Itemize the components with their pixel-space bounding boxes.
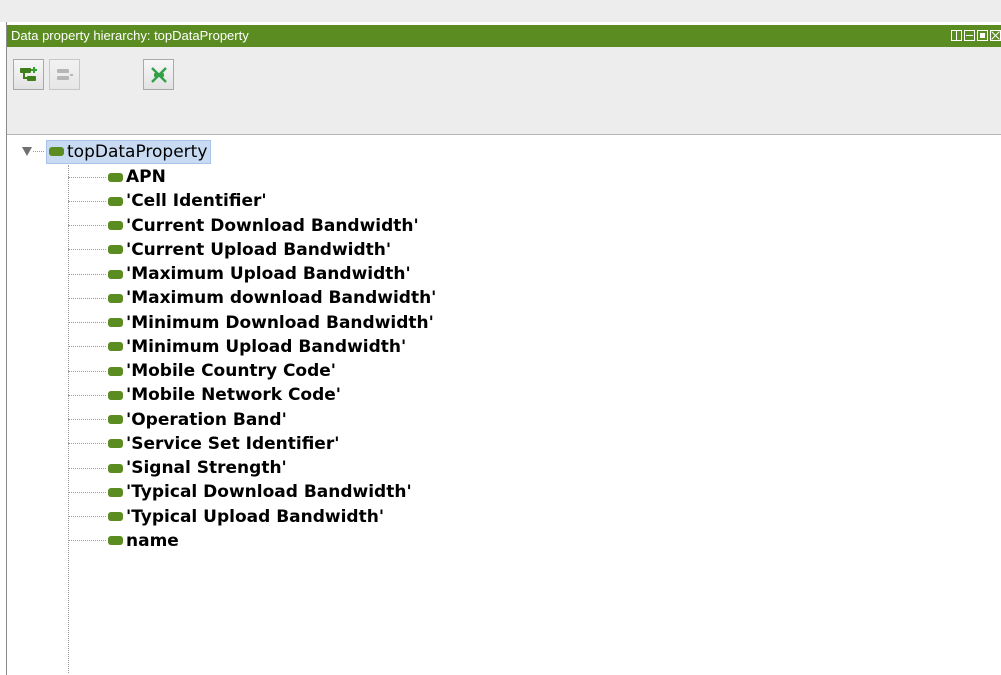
tree-connector <box>68 297 106 299</box>
tree-node[interactable]: 'Minimum Upload Bandwidth' <box>68 335 436 359</box>
tree-node[interactable]: name <box>68 529 436 553</box>
tree-node-label: 'Current Upload Bandwidth' <box>126 239 392 260</box>
tree-root-node[interactable]: topDataProperty <box>46 139 212 164</box>
tree-connector <box>68 394 106 396</box>
data-property-icon <box>108 245 123 255</box>
tree-node-label: 'Typical Download Bandwidth' <box>126 482 412 503</box>
tree-connector <box>68 322 106 324</box>
tree-node[interactable]: 'Typical Upload Bandwidth' <box>68 505 436 529</box>
panel-title: Data property hierarchy: topDataProperty <box>11 28 249 43</box>
minimize-icon[interactable] <box>964 30 975 41</box>
data-property-icon <box>108 293 123 303</box>
tree-connector <box>68 419 106 421</box>
tree-node-label: 'Current Download Bandwidth' <box>126 215 419 236</box>
tree-connector <box>68 200 106 202</box>
tree-node[interactable]: 'Service Set Identifier' <box>68 432 436 456</box>
data-property-icon <box>108 342 123 352</box>
tree-node-label: 'Maximum Upload Bandwidth' <box>126 264 411 285</box>
delete-property-button[interactable] <box>143 59 174 90</box>
data-property-icon <box>108 512 123 522</box>
tree-node-label: 'Typical Upload Bandwidth' <box>126 506 385 527</box>
data-property-icon <box>108 366 123 376</box>
tree-node-label: 'Minimum Download Bandwidth' <box>126 312 434 333</box>
tree-node-label: 'Maximum download Bandwidth' <box>126 288 437 309</box>
add-sibling-icon <box>57 69 73 80</box>
data-property-icon <box>108 390 123 400</box>
tree-node-label: 'Cell Identifier' <box>126 191 267 212</box>
data-property-icon <box>108 318 123 328</box>
add-subproperty-icon <box>20 67 37 81</box>
data-property-icon <box>49 147 64 156</box>
tree-node[interactable]: 'Mobile Country Code' <box>68 359 436 383</box>
tree-connector <box>68 370 106 372</box>
add-sibling-property-button[interactable] <box>49 59 80 90</box>
tree-node-label: 'Minimum Upload Bandwidth' <box>126 336 407 357</box>
tree-connector <box>68 540 106 542</box>
data-property-icon <box>108 221 123 231</box>
tree-root-row[interactable]: topDataProperty <box>22 139 212 164</box>
tree-children: APN 'Cell Identifier' 'Current Download Ba… <box>68 165 436 553</box>
tree-node[interactable]: 'Mobile Network Code' <box>68 383 436 407</box>
tree-node[interactable]: 'Maximum Upload Bandwidth' <box>68 262 436 286</box>
tree-node-label: 'Mobile Network Code' <box>126 385 342 406</box>
data-property-icon <box>108 269 123 279</box>
window-top-strip <box>0 0 1001 22</box>
tree-connector <box>68 346 106 348</box>
tree-node[interactable]: 'Current Upload Bandwidth' <box>68 238 436 262</box>
window-controls <box>951 30 1001 42</box>
tree-node[interactable]: APN <box>68 165 436 189</box>
tree-connector <box>68 249 106 251</box>
tree-node-label: 'Service Set Identifier' <box>126 433 340 454</box>
tree-node[interactable]: 'Minimum Download Bandwidth' <box>68 311 436 335</box>
data-property-icon <box>108 172 123 182</box>
data-property-hierarchy-panel: Data property hierarchy: topDataProperty <box>6 22 1001 675</box>
tree-connector <box>68 467 106 469</box>
hierarchy-toolbar <box>7 47 1001 135</box>
data-property-icon <box>108 196 123 206</box>
delete-property-icon <box>151 67 167 83</box>
tree-connector <box>33 151 44 152</box>
tree-node-label: APN <box>126 167 166 188</box>
tree-node[interactable]: 'Cell Identifier' <box>68 189 436 213</box>
tree-connector <box>68 273 106 275</box>
panel-titlebar[interactable]: Data property hierarchy: topDataProperty <box>7 25 1001 47</box>
data-property-icon <box>108 463 123 473</box>
add-sub-property-button[interactable] <box>13 59 44 90</box>
tree-node-label: 'Operation Band' <box>126 409 287 430</box>
close-icon[interactable] <box>990 30 1001 41</box>
tree-connector <box>68 491 106 493</box>
tree-node[interactable]: 'Typical Download Bandwidth' <box>68 480 436 504</box>
tree-node[interactable]: 'Signal Strength' <box>68 456 436 480</box>
tree-root-label: topDataProperty <box>67 141 208 162</box>
tree-node-label: 'Mobile Country Code' <box>126 361 337 382</box>
data-property-icon <box>108 439 123 449</box>
tree-node-label: name <box>126 530 179 551</box>
tree-node-label: 'Signal Strength' <box>126 458 287 479</box>
expand-arrow-icon[interactable] <box>22 147 32 156</box>
tree-connector <box>68 225 106 227</box>
data-property-icon <box>108 487 123 497</box>
property-tree: topDataProperty APN 'Cell Identifier' 'Cur… <box>7 135 1001 675</box>
maximize-icon[interactable] <box>977 30 988 41</box>
tree-connector <box>68 176 106 178</box>
data-property-icon <box>108 415 123 425</box>
data-property-icon <box>108 536 123 546</box>
tree-node[interactable]: 'Maximum download Bandwidth' <box>68 286 436 310</box>
tree-node[interactable]: 'Operation Band' <box>68 408 436 432</box>
tree-connector <box>68 443 106 445</box>
tree-node[interactable]: 'Current Download Bandwidth' <box>68 214 436 238</box>
tile-icon[interactable] <box>951 30 962 41</box>
tree-connector <box>68 516 106 518</box>
